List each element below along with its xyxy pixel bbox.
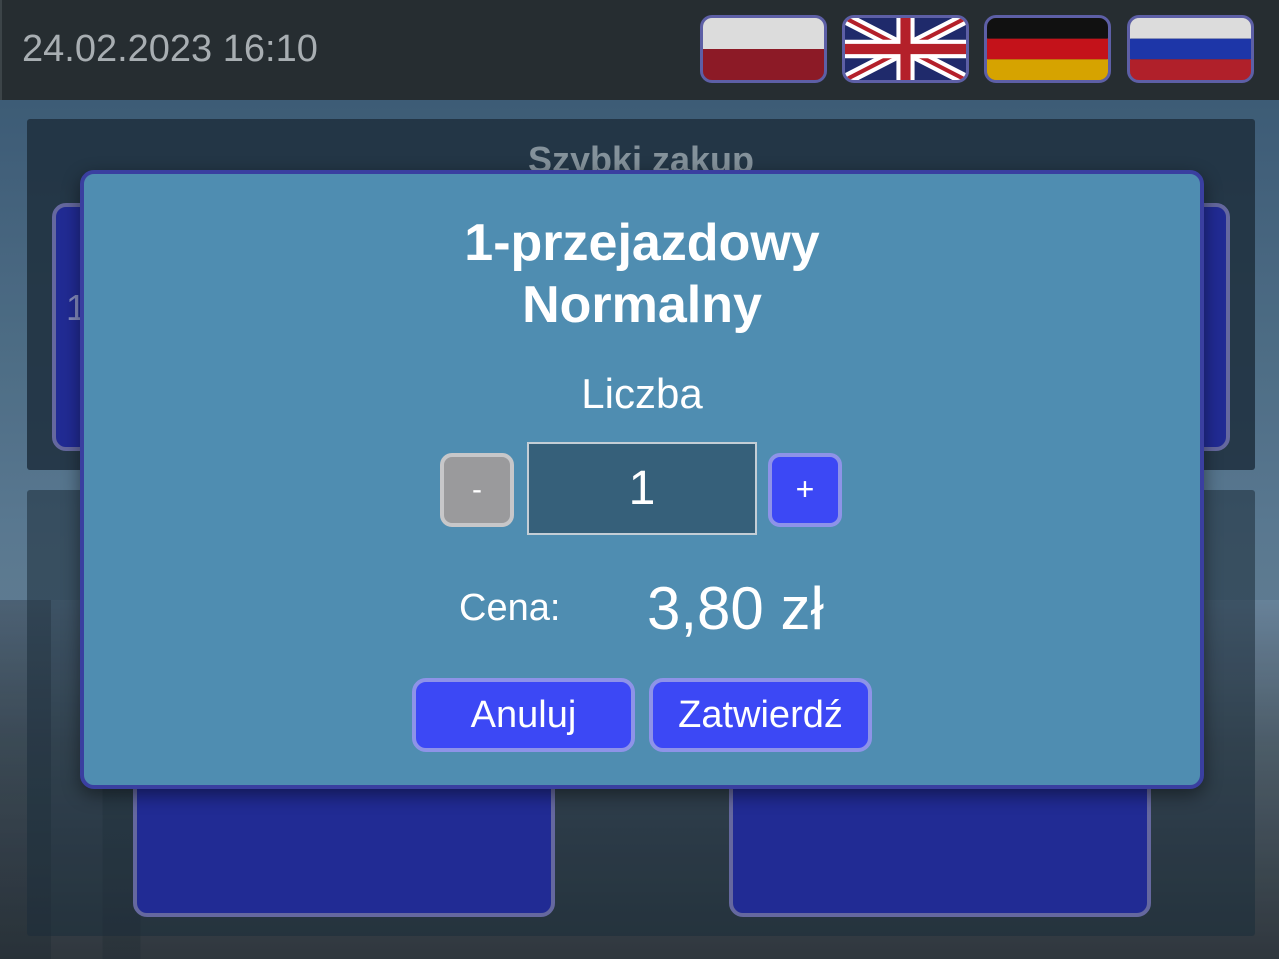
ticket-variant-title: Normalny — [522, 276, 762, 334]
price-value: 3,80 zł — [647, 575, 824, 642]
germany-flag-icon — [987, 18, 1108, 80]
poland-flag-icon — [703, 18, 824, 80]
ticket-quantity-dialog: 1-przejazdowy Normalny Liczba - 1 + Cena… — [80, 170, 1204, 789]
decrease-quantity-button[interactable]: - — [440, 453, 514, 527]
language-russian-button[interactable] — [1127, 15, 1254, 83]
language-english-button[interactable] — [842, 15, 969, 83]
cancel-button[interactable]: Anuluj — [412, 678, 635, 752]
price-label: Cena: — [459, 587, 561, 629]
datetime-display: 24.02.2023 16:10 — [22, 28, 318, 70]
increase-quantity-button[interactable]: + — [768, 453, 842, 527]
confirm-button[interactable]: Zatwierdź — [649, 678, 872, 752]
dialog-title: 1-przejazdowy Normalny — [84, 212, 1200, 336]
uk-flag-icon — [845, 18, 966, 80]
top-bar: 24.02.2023 16:10 — [0, 0, 1279, 100]
russia-flag-icon — [1130, 18, 1251, 80]
quantity-label: Liczba — [581, 370, 703, 417]
language-polish-button[interactable] — [700, 15, 827, 83]
ticket-type-title: 1-przejazdowy — [464, 214, 820, 272]
quantity-field[interactable]: 1 — [527, 442, 757, 535]
language-german-button[interactable] — [984, 15, 1111, 83]
